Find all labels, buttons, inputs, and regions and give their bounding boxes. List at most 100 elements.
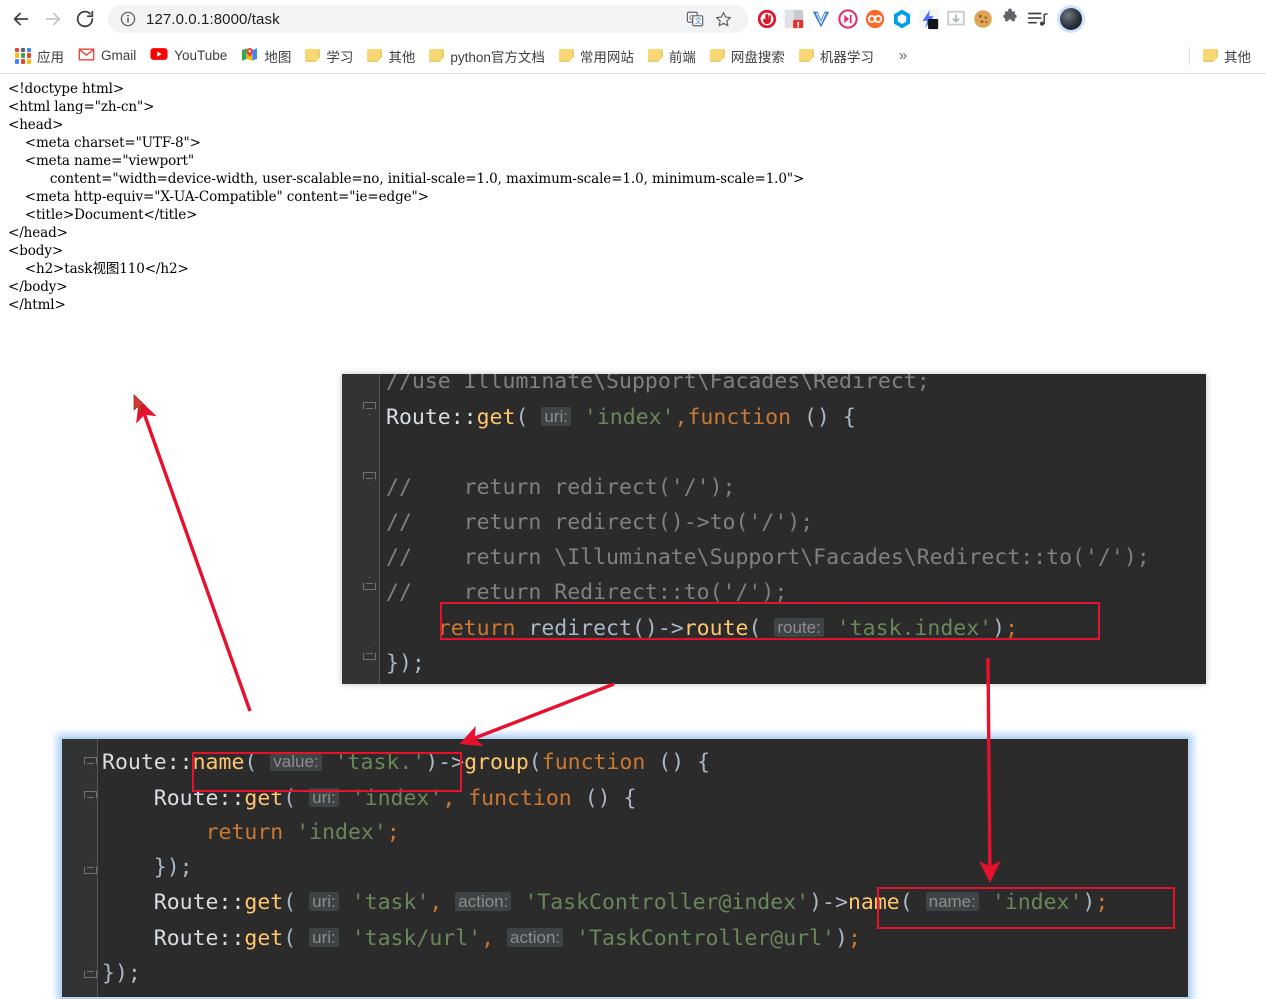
reload-button[interactable]: [70, 4, 100, 34]
code-token: return: [437, 616, 516, 641]
hexagon-extension-icon[interactable]: [891, 8, 913, 30]
code-token: Route::: [102, 890, 245, 916]
bookmark-folder-other-right[interactable]: 其他: [1196, 42, 1258, 70]
bookmark-label: 前端: [668, 49, 696, 65]
code-token: ;: [386, 820, 400, 846]
code-token: Route::: [102, 785, 245, 811]
lightning-extension-icon[interactable]: [918, 8, 940, 30]
apps-grid-icon: [15, 47, 31, 64]
extensions-strip: [756, 5, 1089, 33]
bookmarks-overflow-button[interactable]: »: [891, 45, 915, 66]
code-token: // return redirect('/');: [386, 475, 736, 500]
profile-avatar[interactable]: [1057, 5, 1085, 33]
indent-guide: [97, 739, 98, 997]
vimium-extension-icon[interactable]: [810, 8, 832, 30]
folder-icon: [709, 49, 725, 62]
code-token: get: [244, 890, 284, 916]
code-line: Route::get( uri: 'index', function () {: [102, 781, 1108, 817]
bookmark-folder-frontend[interactable]: 前端: [641, 42, 703, 70]
download-extension-icon[interactable]: [945, 8, 967, 30]
site-info-icon[interactable]: [120, 11, 136, 27]
star-icon[interactable]: [710, 6, 736, 32]
editor-gutter: [342, 374, 380, 684]
page-content: <!doctype html> <html lang="zh-cn"> <hea…: [0, 74, 1266, 999]
infinity-extension-icon[interactable]: [864, 8, 886, 30]
code-token: });: [102, 854, 193, 880]
bookmark-maps[interactable]: 地图: [234, 42, 298, 70]
code-line: return 'index';: [102, 816, 1108, 851]
bookmark-folder-other[interactable]: 其他: [360, 42, 422, 70]
code-line: // return redirect('/');: [386, 470, 1150, 505]
svg-text:文: 文: [695, 17, 702, 26]
adblock-extension-icon[interactable]: [756, 8, 778, 30]
bookmark-folder-python-docs[interactable]: python官方文档: [422, 42, 552, 70]
page-source-text: <!doctype html> <html lang="zh-cn"> <hea…: [8, 81, 805, 313]
bookmark-label: 常用网站: [579, 49, 634, 65]
code-line: Route::get( uri: 'task/url', action: 'Ta…: [102, 921, 1108, 957]
bookmark-folder-machine-learning[interactable]: 机器学习: [792, 42, 881, 70]
forward-button[interactable]: [38, 4, 68, 34]
code-token: 'index': [296, 820, 387, 846]
code-token: () {: [571, 785, 637, 811]
code-line: Route::get( uri: 'index',function () {: [386, 399, 1150, 435]
back-button[interactable]: [6, 4, 36, 34]
code-token: //use Illuminate\Support\Facades\Redirec…: [386, 374, 930, 394]
code-token: // return redirect()->to('/');: [386, 510, 814, 535]
bookmark-youtube[interactable]: YouTube: [143, 43, 234, 68]
code-token: 'TaskController@url': [576, 925, 835, 951]
folder-icon: [798, 49, 814, 62]
code-token: });: [386, 651, 425, 676]
code-token: () {: [791, 405, 856, 430]
code-token: 'task.index': [836, 616, 993, 641]
code-token: ): [992, 616, 1006, 641]
bookmark-label: 网盘搜索: [730, 49, 785, 65]
code-token: 'index': [351, 785, 443, 811]
folder-icon: [367, 49, 383, 62]
code-token: return: [205, 820, 284, 846]
bookmark-folder-study[interactable]: 学习: [298, 42, 360, 70]
puzzle-extensions-icon[interactable]: [999, 8, 1021, 30]
arrow-to-group-name: [459, 682, 615, 747]
code-line: return redirect()->route( route: 'task.i…: [386, 610, 1150, 646]
folder-icon: [1203, 49, 1218, 62]
code-token: 'task.': [334, 750, 426, 775]
code-token: // return Redirect::to('/');: [386, 580, 788, 605]
code-token: (: [748, 616, 775, 641]
code-token: (: [528, 750, 542, 775]
address-bar[interactable]: 127.0.0.1:8000/task G 文: [108, 5, 748, 33]
code-token: )->: [425, 750, 465, 775]
bookmark-folder-common-sites[interactable]: 常用网站: [552, 42, 641, 70]
translate-icon[interactable]: G 文: [682, 6, 708, 32]
code-token: // return \Illuminate\Support\Facades\Re…: [386, 545, 1150, 570]
bookmarks-bar: 应用 Gmail YouTube 地图 学习 其他 python官方文档 常用网…: [0, 38, 1266, 74]
reload-icon: [76, 10, 94, 28]
code-token: ,: [429, 890, 456, 916]
code-token: 'TaskController@index': [524, 890, 810, 916]
bookmark-folder-netdisk-search[interactable]: 网盘搜索: [703, 42, 792, 70]
code-lines-top: //use Illuminate\Support\Facades\Redirec…: [386, 374, 1150, 681]
folder-icon: [558, 49, 574, 62]
cookie-extension-icon[interactable]: [972, 8, 994, 30]
code-token: uri:: [309, 787, 339, 807]
code-token: action:: [507, 927, 564, 947]
fastforward-extension-icon[interactable]: [837, 8, 859, 30]
code-token: function: [468, 785, 572, 811]
code-token: (: [283, 785, 310, 811]
profile-avatar-icon: [1060, 8, 1082, 30]
grammar-extension-icon[interactable]: [783, 8, 805, 30]
code-token: ;: [1095, 890, 1109, 916]
code-lines-bottom: Route::name( value: 'task.')->group(func…: [102, 745, 1108, 991]
code-token: 'task/url': [351, 925, 482, 951]
code-token: function: [687, 405, 792, 430]
bookmark-apps[interactable]: 应用: [8, 42, 71, 70]
code-token: uri:: [309, 892, 339, 912]
maps-icon: [241, 47, 258, 65]
playlist-extension-icon[interactable]: [1026, 8, 1048, 30]
bookmark-gmail[interactable]: Gmail: [71, 44, 143, 68]
